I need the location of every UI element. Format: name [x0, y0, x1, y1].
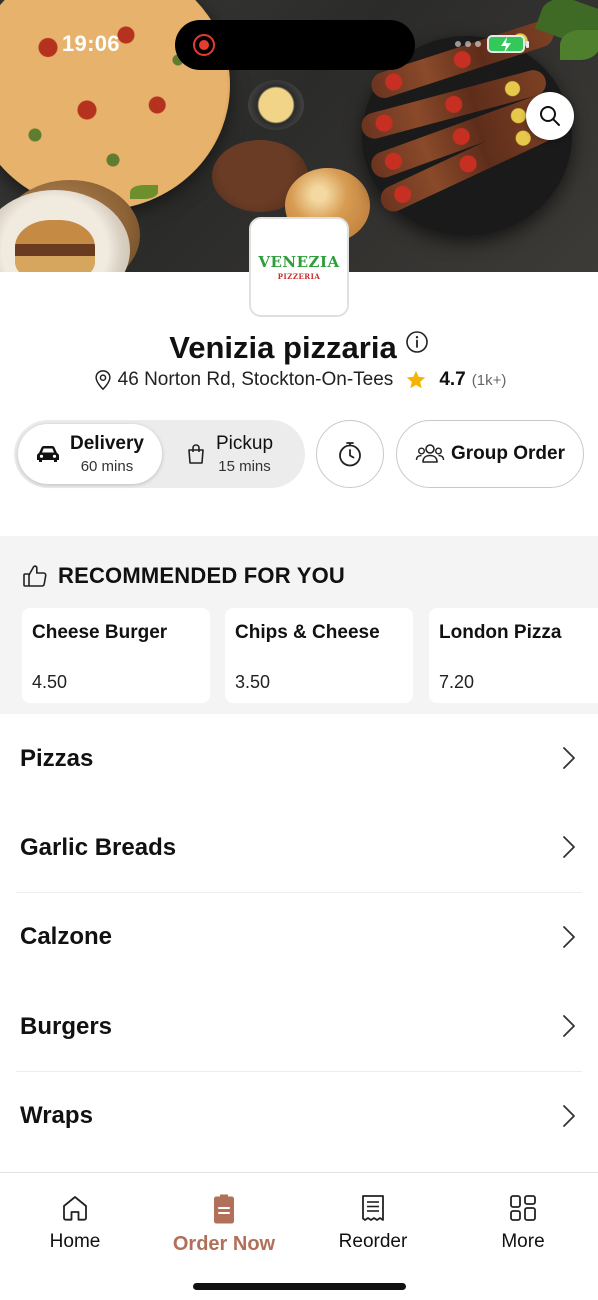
- tab-reorder[interactable]: Reorder: [298, 1193, 448, 1253]
- delivery-time: 60 mins: [80, 458, 134, 475]
- car-icon: [37, 446, 59, 462]
- tab-home-label: Home: [49, 1231, 101, 1252]
- recommended-header: RECOMMENDED FOR YOU: [22, 563, 345, 589]
- item-name: Cheese Burger: [32, 622, 168, 643]
- signal-dots-icon: [455, 41, 481, 47]
- pickup-time: 15 mins: [218, 458, 271, 475]
- restaurant-name: Venizia pizzaria: [0, 326, 598, 366]
- dynamic-island: [175, 20, 415, 70]
- tab-home[interactable]: Home: [0, 1193, 150, 1253]
- status-time: 19:06: [62, 31, 120, 56]
- home-indicator: [193, 1283, 406, 1290]
- star-icon: [407, 370, 426, 389]
- address-text: 46 Norton Rd, Stockton-On-Tees: [117, 369, 394, 390]
- item-name: Chips & Cheese: [235, 622, 380, 643]
- item-price: 4.50: [32, 672, 68, 692]
- thumbs-up-icon: [23, 565, 47, 587]
- tab-reorder-label: Reorder: [338, 1231, 408, 1252]
- category-item-pizzas[interactable]: Pizzas: [0, 714, 598, 803]
- status-icons: [455, 35, 529, 53]
- grid-icon: [510, 1195, 536, 1221]
- order-bag-icon: [214, 1194, 234, 1224]
- schedule-button[interactable]: [316, 420, 384, 488]
- pickup-label: Pickup: [216, 433, 274, 454]
- category-item-wraps[interactable]: Wraps: [0, 1072, 598, 1161]
- shopping-bag-icon: [188, 444, 204, 464]
- home-icon: [63, 1196, 87, 1221]
- stopwatch-icon: [339, 442, 361, 467]
- chevron-right-icon: [563, 1104, 575, 1127]
- chevron-right-icon: [563, 1015, 575, 1038]
- category-item-garlic-breads[interactable]: Garlic Breads: [0, 803, 598, 893]
- location-pin-icon: [95, 370, 111, 391]
- chevron-right-icon: [563, 747, 575, 769]
- address-row: 46 Norton Rd, Stockton-On-Tees 4.7 (1k+): [0, 369, 598, 391]
- chevron-right-icon: [563, 925, 575, 948]
- item-price: 7.20: [439, 672, 475, 692]
- recommended-item-card[interactable]: Cheese Burger 4.50: [22, 608, 210, 703]
- category-item-calzone[interactable]: Calzone: [0, 893, 598, 982]
- info-icon[interactable]: [405, 326, 429, 362]
- order-mode-toggle: Delivery 60 mins Pickup 15 mins: [14, 420, 305, 488]
- group-order-button[interactable]: Group Order: [396, 420, 584, 488]
- search-icon: [540, 106, 560, 126]
- sauce-bowl-image: [248, 80, 304, 130]
- delivery-label: Delivery: [70, 433, 144, 454]
- tab-order-now-label: Order Now: [172, 1233, 276, 1255]
- recording-indicator-icon: [193, 34, 215, 56]
- chevron-right-icon: [563, 836, 575, 859]
- recommended-item-card[interactable]: London Pizza 7.20: [429, 608, 598, 703]
- recommended-title: RECOMMENDED FOR YOU: [58, 563, 345, 588]
- bottom-tab-bar: Home Order Now Reorder More: [0, 1172, 598, 1300]
- battery-charging-icon: [487, 35, 529, 53]
- item-name: London Pizza: [439, 622, 562, 643]
- tab-more-label: More: [501, 1231, 545, 1252]
- recommended-item-card[interactable]: Chips & Cheese 3.50: [225, 608, 413, 703]
- delivery-option[interactable]: Delivery 60 mins: [18, 424, 162, 484]
- receipt-icon: [362, 1195, 384, 1221]
- group-users-icon: [415, 444, 445, 463]
- recommended-section: RECOMMENDED FOR YOU Cheese Burger 4.50 C…: [0, 536, 598, 714]
- pickup-option[interactable]: Pickup 15 mins: [184, 424, 304, 484]
- category-item-burgers[interactable]: Burgers: [0, 982, 598, 1072]
- restaurant-logo: VENEZIA PIZZERIA: [249, 217, 349, 317]
- category-list: Pizzas Garlic Breads Calzone Burgers Wra…: [0, 714, 598, 1161]
- group-order-label: Group Order: [450, 443, 565, 464]
- rating-count: (1k+): [471, 371, 507, 389]
- tab-more[interactable]: More: [448, 1193, 598, 1253]
- item-price: 3.50: [235, 672, 271, 692]
- search-button[interactable]: [526, 92, 574, 140]
- rating-value: 4.7: [439, 369, 466, 390]
- tab-order-now[interactable]: Order Now: [149, 1193, 299, 1256]
